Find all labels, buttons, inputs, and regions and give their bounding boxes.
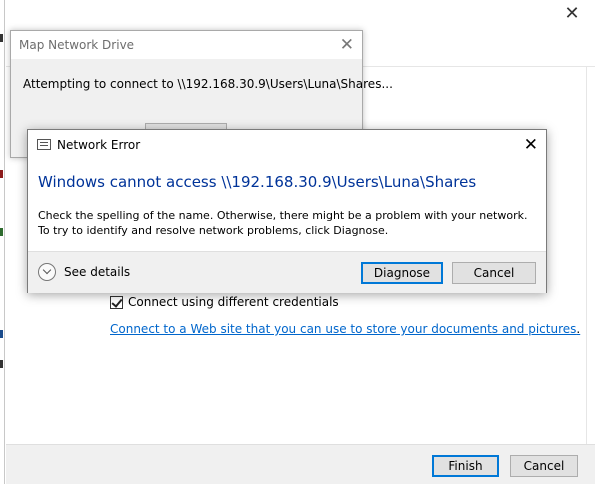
- finish-button[interactable]: Finish: [432, 455, 499, 477]
- credentials-checkbox[interactable]: [110, 295, 123, 309]
- map-drive-close-icon[interactable]: ✕: [340, 35, 354, 55]
- window-icon: [37, 139, 51, 150]
- left-fragment: [0, 360, 3, 368]
- network-error-title: Network Error: [57, 138, 141, 152]
- wizard-footer: Finish Cancel: [6, 444, 595, 484]
- wizard-cancel-button[interactable]: Cancel: [510, 455, 578, 477]
- map-drive-status-message: Attempting to connect to \\192.168.30.9\…: [23, 77, 393, 91]
- wizard-left-edge: [0, 0, 5, 484]
- left-fragment: [0, 170, 3, 178]
- credentials-checkbox-row[interactable]: Connect using different credentials: [110, 295, 339, 309]
- see-details-toggle[interactable]: See details: [38, 263, 130, 281]
- wizard-content-edge: [586, 66, 587, 450]
- map-drive-titlebar: Map Network Drive ✕: [11, 31, 362, 59]
- network-error-titlebar: Network Error ✕: [28, 130, 546, 160]
- chevron-down-icon[interactable]: [38, 263, 56, 281]
- error-cancel-button[interactable]: Cancel: [452, 262, 536, 284]
- error-heading: Windows cannot access \\192.168.30.9\Use…: [38, 173, 477, 191]
- network-error-dialog: Network Error ✕ Windows cannot access \\…: [27, 129, 547, 293]
- see-details-label: See details: [64, 265, 131, 279]
- network-error-close-icon[interactable]: ✕: [524, 135, 538, 155]
- wizard-close-icon[interactable]: ✕: [563, 5, 581, 23]
- left-fragment: [0, 34, 3, 42]
- web-storage-link-row: Connect to a Web site that you can use t…: [110, 322, 580, 336]
- credentials-checkbox-label: Connect using different credentials: [128, 295, 339, 309]
- map-drive-title: Map Network Drive: [19, 38, 135, 52]
- left-fragment: [0, 228, 3, 236]
- web-storage-link[interactable]: Connect to a Web site that you can use t…: [110, 322, 576, 336]
- left-fragment: [0, 330, 3, 338]
- network-error-footer: See details Diagnose Cancel: [28, 251, 546, 293]
- error-body-text: Check the spelling of the name. Otherwis…: [38, 209, 528, 237]
- diagnose-button[interactable]: Diagnose: [361, 262, 443, 284]
- link-period: .: [576, 322, 581, 336]
